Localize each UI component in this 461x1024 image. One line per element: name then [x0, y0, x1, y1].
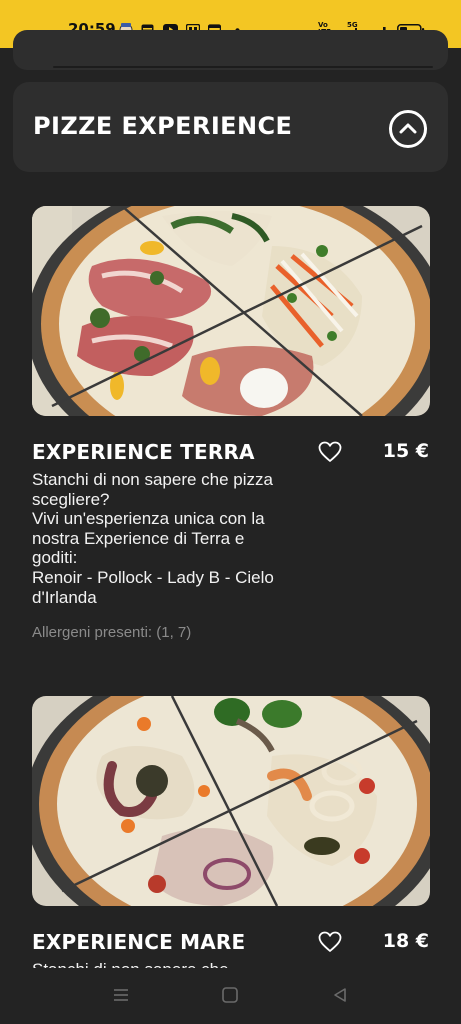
product-image[interactable] [32, 696, 430, 906]
divider [53, 66, 433, 68]
previous-section-card [13, 30, 448, 70]
product-description: Stanchi di non sapere che pizza sceglier… [32, 470, 274, 607]
product-price: 18 € [382, 930, 429, 952]
product-title: EXPERIENCE TERRA [32, 440, 255, 464]
heart-icon[interactable] [318, 441, 342, 463]
home-icon[interactable] [221, 986, 239, 1004]
product-card[interactable]: EXPERIENCE TERRA 15 € Stanchi di non sap… [32, 206, 430, 646]
system-nav-bar [0, 968, 461, 1024]
pizza-mare-photo [32, 696, 430, 906]
product-price: 15 € [382, 440, 429, 462]
product-card[interactable]: EXPERIENCE MARE 18 € Stanchi di non sape… [32, 696, 430, 979]
section-title: PIZZE EXPERIENCE [33, 112, 293, 140]
product-title: EXPERIENCE MARE [32, 930, 246, 954]
heart-icon[interactable] [318, 931, 342, 953]
pizza-terra-photo [32, 206, 430, 416]
menu-icon[interactable] [112, 986, 130, 1004]
chevron-up-circle-icon[interactable] [389, 110, 427, 148]
product-image[interactable] [32, 206, 430, 416]
product-allergens: Allergeni presenti: (1, 7) [32, 624, 192, 641]
section-header[interactable]: PIZZE EXPERIENCE [13, 82, 448, 172]
back-icon[interactable] [331, 986, 349, 1004]
